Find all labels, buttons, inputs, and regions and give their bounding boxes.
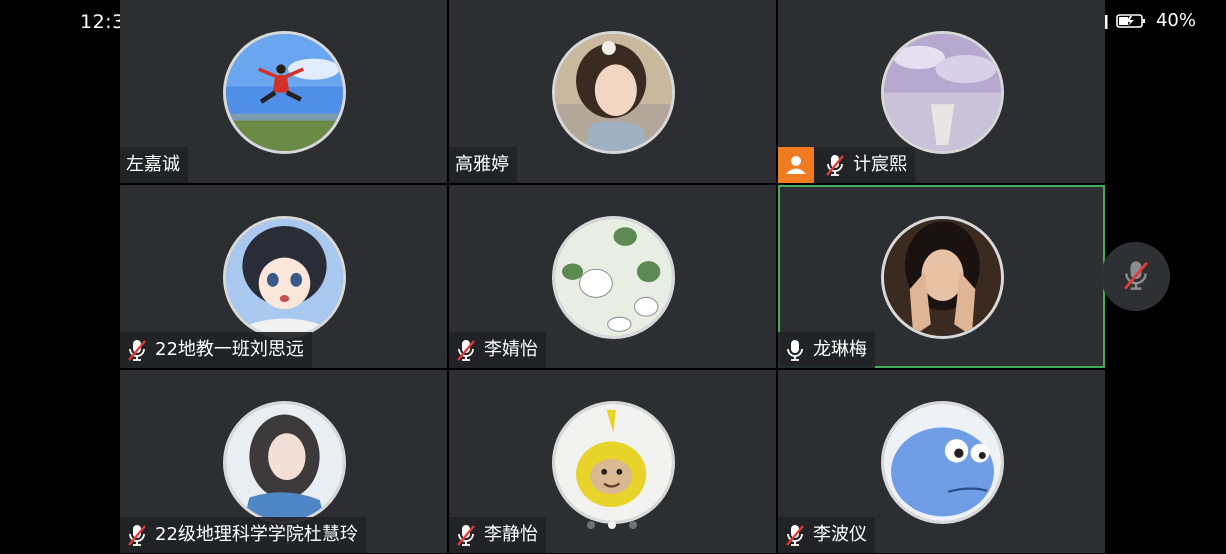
- avatar: [551, 401, 675, 524]
- host-badge-icon: [778, 147, 814, 183]
- participant-label: 22地教一班刘思远: [120, 332, 312, 368]
- participant-name: 左嘉诚: [126, 154, 180, 175]
- avatar: [222, 401, 346, 524]
- participant-label: 22级地理科学学院杜慧玲: [120, 517, 366, 553]
- participant-label: 高雅婷: [449, 147, 517, 183]
- participant-label: 李静怡: [449, 517, 546, 553]
- mic-muted-icon: [126, 338, 148, 362]
- participant-tile[interactable]: 22级地理科学学院杜慧玲: [120, 370, 447, 553]
- mic-muted-icon: [824, 153, 846, 177]
- mic-muted-icon: [126, 523, 148, 547]
- participant-tile[interactable]: 李波仪: [778, 370, 1105, 553]
- participant-name: 22地教一班刘思远: [155, 339, 304, 360]
- avatar: [551, 216, 675, 339]
- avatar: [551, 31, 675, 154]
- participant-tile-active[interactable]: 龙琳梅: [778, 185, 1105, 368]
- participant-name: 高雅婷: [455, 154, 509, 175]
- participant-name: 李波仪: [813, 524, 867, 545]
- participant-name: 李婧怡: [484, 339, 538, 360]
- participant-tile[interactable]: 左嘉诚: [120, 0, 447, 183]
- avatar: [880, 31, 1004, 154]
- participant-name: 22级地理科学学院杜慧玲: [155, 524, 358, 545]
- participant-label: 左嘉诚: [120, 147, 188, 183]
- page-dot-current[interactable]: [608, 521, 616, 529]
- mic-muted-icon: [784, 523, 806, 547]
- avatar: [880, 216, 1004, 339]
- participant-tile[interactable]: 计宸熙: [778, 0, 1105, 183]
- avatar: [880, 401, 1004, 524]
- participant-tile[interactable]: 22地教一班刘思远: [120, 185, 447, 368]
- mic-muted-icon: [1121, 258, 1151, 296]
- avatar: [222, 31, 346, 154]
- page-dot[interactable]: [587, 521, 595, 529]
- battery-percent: 40%: [1155, 10, 1196, 31]
- participant-tile[interactable]: 高雅婷: [449, 0, 776, 183]
- participant-name: 计宸熙: [853, 154, 907, 175]
- participant-name: 李静怡: [484, 524, 538, 545]
- avatar: [222, 216, 346, 339]
- mic-muted-icon: [455, 338, 477, 362]
- participant-label: 李波仪: [778, 517, 875, 553]
- mic-on-icon: [784, 338, 806, 362]
- battery-charging-icon: [1116, 11, 1146, 31]
- participant-name: 龙琳梅: [813, 339, 867, 360]
- mute-toggle-button[interactable]: [1101, 242, 1170, 311]
- participant-label: 计宸熙: [778, 147, 915, 183]
- participant-label: 龙琳梅: [778, 332, 875, 368]
- page-indicator[interactable]: [587, 521, 637, 529]
- participant-tile[interactable]: 李婧怡: [449, 185, 776, 368]
- participant-grid: 左嘉诚 高雅婷 计宸熙 22地教一班刘思远 李婧怡 龙琳梅 22级地理科学学院杜…: [120, 0, 1106, 554]
- page-dot[interactable]: [629, 521, 637, 529]
- mic-muted-icon: [455, 523, 477, 547]
- participant-label: 李婧怡: [449, 332, 546, 368]
